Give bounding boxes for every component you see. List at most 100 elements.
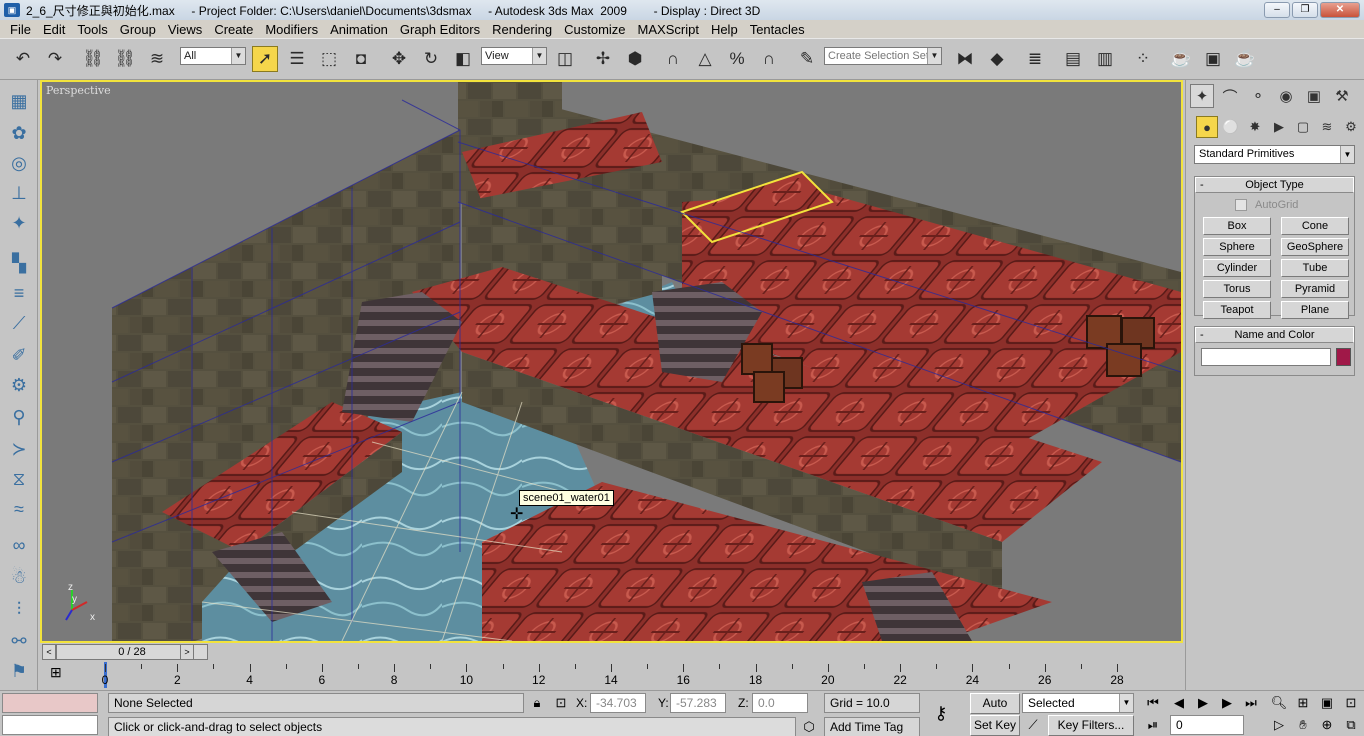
zoom-extents-icon[interactable]: ▣: [1316, 693, 1338, 713]
minimize-button[interactable]: –: [1264, 2, 1290, 18]
select-by-name-icon[interactable]: ☰: [284, 46, 310, 72]
curve-editor-mini-icon[interactable]: ⊞: [50, 664, 62, 681]
play-icon[interactable]: ▶: [1192, 693, 1214, 713]
menu-maxscript[interactable]: MAXScript: [632, 22, 705, 37]
spinner-snap-icon[interactable]: ∩: [756, 46, 782, 72]
pan-view-icon[interactable]: ✋︎: [1292, 715, 1314, 735]
auto-key-button[interactable]: Auto Key: [970, 693, 1020, 729]
set-key-button[interactable]: Set Key: [970, 715, 1020, 736]
object-type-header[interactable]: - Object Type: [1195, 177, 1354, 193]
select-and-rotate-icon[interactable]: ↻: [418, 46, 444, 72]
select-and-link-icon[interactable]: ⛓: [80, 46, 106, 72]
object-tool-icon[interactable]: ⚑: [6, 658, 32, 684]
viewport-label[interactable]: Perspective: [46, 84, 111, 97]
hair-tool-icon[interactable]: ⫶: [6, 596, 32, 622]
menu-modifiers[interactable]: Modifiers: [259, 22, 324, 37]
object-color-swatch[interactable]: [1336, 348, 1351, 366]
layers-tool-icon[interactable]: ≡: [6, 280, 32, 306]
name-and-color-header[interactable]: - Name and Color: [1195, 327, 1354, 343]
biped-tool-icon[interactable]: ☃: [6, 564, 32, 590]
x-coord-input[interactable]: -34.703: [590, 693, 646, 713]
menu-views[interactable]: Views: [162, 22, 208, 37]
curve-editor-icon[interactable]: ▤: [1060, 46, 1086, 72]
keyboard-shortcut-override-icon[interactable]: ⬢: [622, 46, 648, 72]
zoom-extents-all-icon[interactable]: ⊡: [1340, 693, 1362, 713]
reference-coordinate-dropdown[interactable]: View ▼: [481, 47, 547, 65]
render-setup-icon[interactable]: ☕: [1168, 46, 1194, 72]
bind-to-space-warp-icon[interactable]: ≋: [144, 46, 170, 72]
helix-tool-icon[interactable]: ∞: [6, 532, 32, 558]
material-editor-icon[interactable]: ⁘: [1130, 46, 1156, 72]
create-objects-icon[interactable]: ▦: [6, 88, 32, 114]
tube-button[interactable]: Tube: [1281, 259, 1349, 277]
hierarchy-tab-icon[interactable]: ⚬: [1246, 84, 1270, 108]
wand-tool-icon[interactable]: ⟋: [6, 310, 32, 336]
bone-tool-icon[interactable]: ⚲: [6, 404, 32, 430]
cylinder-button[interactable]: Cylinder: [1203, 259, 1271, 277]
previous-frame-icon[interactable]: ◀: [1168, 693, 1190, 713]
gear-icon[interactable]: ⚙: [6, 372, 32, 398]
space-warps-icon[interactable]: ≋: [1316, 116, 1338, 138]
window-crossing-icon[interactable]: ◘: [348, 46, 374, 72]
key-filters-button[interactable]: Key Filters...: [1048, 715, 1134, 736]
mirror-icon[interactable]: ⧓: [952, 46, 978, 72]
named-selection-sets-dropdown[interactable]: Create Selection Set ▼: [824, 47, 942, 65]
teapot-button[interactable]: Teapot: [1203, 301, 1271, 319]
schematic-view-icon[interactable]: ▥: [1092, 46, 1118, 72]
star-tool-icon[interactable]: ✦: [6, 210, 32, 236]
rendered-frame-window-icon[interactable]: ▣: [1200, 46, 1226, 72]
select-object-icon[interactable]: ➚: [252, 46, 278, 72]
cameras-icon[interactable]: ▶: [1268, 116, 1290, 138]
helpers-icon[interactable]: ▢: [1292, 116, 1314, 138]
orbit-icon[interactable]: ⊕: [1316, 715, 1338, 735]
checker-tool-icon[interactable]: ▚: [6, 250, 32, 276]
pyramid-button[interactable]: Pyramid: [1281, 280, 1349, 298]
fish-tool-icon[interactable]: ≻: [6, 436, 32, 462]
quick-render-icon[interactable]: ☕: [1232, 46, 1258, 72]
zoom-all-icon[interactable]: ⊞: [1292, 693, 1314, 713]
menu-rendering[interactable]: Rendering: [486, 22, 558, 37]
edit-named-selection-icon[interactable]: ✎: [794, 46, 820, 72]
maximize-button[interactable]: ❐: [1292, 2, 1318, 18]
menu-customize[interactable]: Customize: [558, 22, 631, 37]
menu-group[interactable]: Group: [114, 22, 162, 37]
key-mode-dropdown[interactable]: Selected ▼: [1022, 693, 1134, 713]
prev-frame-arrow[interactable]: <: [42, 644, 56, 660]
percent-snap-icon[interactable]: %: [724, 46, 750, 72]
y-coord-input[interactable]: -57.283: [670, 693, 726, 713]
z-coord-input[interactable]: 0.0: [752, 693, 808, 713]
plane-button[interactable]: Plane: [1281, 301, 1349, 319]
undo-icon[interactable]: ↶: [10, 46, 36, 72]
go-to-start-icon[interactable]: ⏮: [1142, 693, 1164, 713]
select-and-move-icon[interactable]: ✥: [386, 46, 412, 72]
menu-tools[interactable]: Tools: [71, 22, 113, 37]
sphere-tool-icon[interactable]: ◎: [6, 150, 32, 176]
geosphere-button[interactable]: GeoSphere: [1281, 238, 1349, 256]
align-icon[interactable]: ◆: [984, 46, 1010, 72]
utilities-tab-icon[interactable]: ⚒: [1330, 84, 1354, 108]
menu-tentacles[interactable]: Tentacles: [744, 22, 811, 37]
box-button[interactable]: Box: [1203, 217, 1271, 235]
link-tool-icon[interactable]: ⚯: [6, 628, 32, 654]
menu-create[interactable]: Create: [208, 22, 259, 37]
unlink-selection-icon[interactable]: ⛓: [112, 46, 138, 72]
cloth-tool-icon[interactable]: ⧖: [6, 466, 32, 492]
object-name-input[interactable]: [1201, 348, 1331, 366]
field-of-view-icon[interactable]: ▷: [1268, 715, 1290, 735]
time-slider[interactable]: < 0 / 28 >: [40, 643, 1185, 661]
menu-animation[interactable]: Animation: [324, 22, 394, 37]
motion-tab-icon[interactable]: ◉: [1274, 84, 1298, 108]
object-category-dropdown[interactable]: Standard Primitives ▼: [1194, 145, 1355, 164]
track-bar[interactable]: ⊞ 0 2 4 6 8 10 12 14 16 18 20 22 24 26 28: [40, 662, 1185, 690]
next-frame-arrow[interactable]: >: [180, 644, 194, 660]
shapes-icon[interactable]: ⚪: [1220, 116, 1242, 138]
select-and-scale-icon[interactable]: ◧: [450, 46, 476, 72]
redo-icon[interactable]: ↷: [42, 46, 68, 72]
snaps-toggle-icon[interactable]: ∩: [660, 46, 686, 72]
maxscript-listener-mini[interactable]: [2, 693, 98, 713]
systems-icon[interactable]: ⚙: [1340, 116, 1362, 138]
menu-help[interactable]: Help: [705, 22, 744, 37]
absolute-mode-icon[interactable]: ⊡: [550, 693, 572, 713]
lock-icon[interactable]: 🔒︎: [526, 693, 548, 713]
selection-filter-dropdown[interactable]: All ▼: [180, 47, 246, 65]
